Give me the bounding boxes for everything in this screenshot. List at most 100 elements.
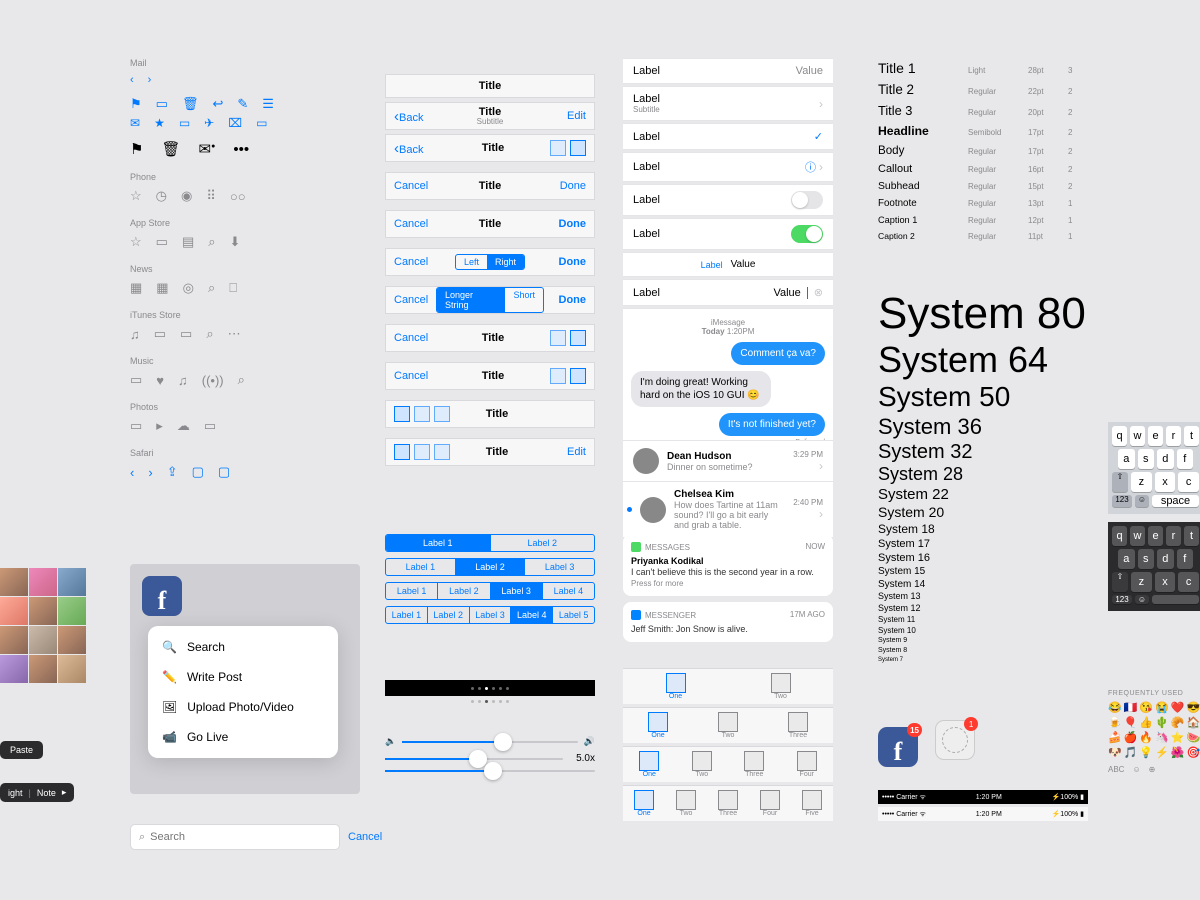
mail-unread-icon[interactable]: ✉● bbox=[199, 140, 216, 158]
albums-icon[interactable]: ▭ bbox=[204, 418, 216, 434]
fb-search[interactable]: 🔍Search bbox=[148, 632, 338, 662]
cell-label-info[interactable]: Labelⓘ › bbox=[623, 152, 833, 182]
keyboard-light[interactable]: qwert asdf ⇧zxc 123☺space bbox=[1108, 422, 1200, 514]
thread-row[interactable]: Chelsea KimHow does Tartine at 11am soun… bbox=[623, 482, 833, 538]
message-sent[interactable]: Comment ça va? bbox=[731, 342, 825, 365]
info-icon[interactable]: ⓘ bbox=[805, 162, 816, 174]
send-icon[interactable]: ✈ bbox=[204, 116, 214, 130]
space-key[interactable]: space bbox=[1152, 495, 1199, 507]
emoji[interactable]: 🎯 bbox=[1187, 746, 1200, 759]
key-w[interactable]: w bbox=[1130, 526, 1145, 546]
flag-icon[interactable]: ⚑ bbox=[130, 96, 142, 112]
search-icon[interactable]: ⌕ bbox=[206, 326, 213, 342]
featured-star-icon[interactable]: ☆ bbox=[130, 234, 142, 250]
segmented-control[interactable]: Label 1Label 2Label 3Label 4 bbox=[385, 582, 595, 600]
emoji[interactable]: ⭐ bbox=[1171, 731, 1185, 744]
tab-item[interactable]: One bbox=[634, 790, 654, 817]
search-cancel[interactable]: Cancel bbox=[348, 831, 382, 843]
note-menu[interactable]: ight|Note▸ bbox=[0, 783, 74, 802]
archive-icon[interactable]: ⌧ bbox=[228, 116, 242, 130]
search-bar[interactable]: ⌕ bbox=[130, 824, 340, 850]
news-foryou-icon[interactable]: ▦ bbox=[130, 280, 142, 296]
key-c[interactable]: c bbox=[1178, 472, 1199, 492]
paste-menu[interactable]: Paste bbox=[0, 741, 43, 759]
emoji[interactable]: 🦄 bbox=[1155, 731, 1169, 744]
emoji[interactable]: 🍎 bbox=[1124, 731, 1138, 744]
emoji-grid[interactable]: 😂🇫🇷😘😭❤️😎😳😍🍺🎈👍🌵🥐🏠☀️🌈🍰🍎🔥🦄⭐🍉🎁🍕🐶🎵💡⚡🌺🎯🦋😇 bbox=[1108, 701, 1200, 759]
key-r[interactable]: r bbox=[1166, 426, 1181, 446]
emoji[interactable]: 🥐 bbox=[1171, 716, 1185, 729]
emoji[interactable]: 🍉 bbox=[1187, 731, 1200, 744]
radio-icon[interactable]: ((•)) bbox=[202, 373, 224, 388]
bookmarks-icon[interactable]: ▢ bbox=[192, 464, 204, 480]
tab-item[interactable]: Two bbox=[771, 673, 791, 700]
nav-back[interactable]: Cancel bbox=[394, 332, 436, 344]
photos-tab-icon[interactable]: ▭ bbox=[130, 418, 142, 434]
music-note-icon[interactable]: ♫ bbox=[178, 373, 188, 388]
news-saved-icon[interactable]: ⎕ bbox=[229, 280, 237, 296]
cell-switch-on[interactable]: Label bbox=[623, 218, 833, 250]
emoji[interactable]: 💡 bbox=[1139, 746, 1153, 759]
library-icon[interactable]: ▭ bbox=[130, 372, 142, 388]
nav-back[interactable]: ‹Back bbox=[394, 140, 436, 157]
key-z[interactable]: z bbox=[1131, 572, 1152, 592]
back-chevron-icon[interactable]: ‹ bbox=[130, 465, 134, 480]
tab-item[interactable]: Five bbox=[802, 790, 822, 817]
search-icon[interactable]: ⌕ bbox=[208, 234, 215, 250]
keypad-icon[interactable]: ⠿ bbox=[206, 188, 216, 204]
nav-back[interactable]: ‹Back bbox=[394, 108, 436, 125]
cell-label-value[interactable]: LabelValue bbox=[623, 58, 833, 84]
emoji[interactable]: ❤️ bbox=[1171, 701, 1185, 714]
emoji[interactable]: ⚡ bbox=[1155, 746, 1169, 759]
favorites-star-icon[interactable]: ☆ bbox=[130, 188, 142, 204]
nav-action[interactable]: Edit bbox=[544, 110, 586, 122]
target-icon-badge[interactable]: 1 bbox=[935, 720, 975, 760]
shift-key[interactable]: ⇧ bbox=[1112, 572, 1128, 592]
filter-icon[interactable]: ☰ bbox=[262, 96, 274, 112]
folder-icon[interactable]: ▭ bbox=[156, 96, 168, 112]
emoji[interactable]: 🇫🇷 bbox=[1124, 701, 1138, 714]
recents-clock-icon[interactable]: ◷ bbox=[156, 188, 167, 204]
tab-item[interactable]: One bbox=[639, 751, 659, 778]
contacts-icon[interactable]: ◉ bbox=[181, 188, 192, 204]
switch-on[interactable] bbox=[791, 225, 823, 243]
emoji[interactable]: 😭 bbox=[1155, 701, 1169, 714]
updates-download-icon[interactable]: ⬇ bbox=[230, 234, 241, 250]
fb-write-post[interactable]: ✏️Write Post bbox=[148, 662, 338, 692]
key-z[interactable]: z bbox=[1131, 472, 1152, 492]
voicemail-icon[interactable]: ○○ bbox=[230, 189, 246, 204]
tab-item[interactable]: Two bbox=[676, 790, 696, 817]
message-sent[interactable]: It's not finished yet? bbox=[719, 413, 825, 436]
message-received[interactable]: I'm doing great! Working hard on the iOS… bbox=[631, 371, 771, 407]
notification[interactable]: MESSENGER17m agoJeff Smith: Jon Snow is … bbox=[623, 602, 833, 642]
search-icon[interactable]: ⌕ bbox=[208, 280, 215, 296]
emoji[interactable]: 🎈 bbox=[1124, 716, 1138, 729]
key-q[interactable]: q bbox=[1112, 526, 1127, 546]
share-icon[interactable]: ⇪ bbox=[167, 464, 178, 480]
emoji[interactable]: 🍰 bbox=[1108, 731, 1122, 744]
movies-icon[interactable]: ▭ bbox=[154, 326, 166, 342]
tabs-icon[interactable]: ▢ bbox=[218, 464, 230, 480]
tab-item[interactable]: Three bbox=[788, 712, 808, 739]
key-s[interactable]: s bbox=[1138, 549, 1155, 569]
emoji[interactable]: 🌺 bbox=[1171, 746, 1185, 759]
forward-chevron-icon[interactable]: › bbox=[148, 465, 152, 480]
tab-item[interactable]: Four bbox=[760, 790, 780, 817]
emoji-key[interactable]: ☺ bbox=[1135, 595, 1149, 604]
nav-segment[interactable]: Longer StringShort bbox=[436, 287, 544, 313]
news-explore-icon[interactable]: ◎ bbox=[183, 280, 194, 296]
categories-icon[interactable]: ▭ bbox=[156, 234, 168, 250]
nav-back[interactable]: Cancel bbox=[394, 180, 436, 192]
tab-item[interactable]: One bbox=[648, 712, 668, 739]
emoji-key[interactable]: ☺ bbox=[1135, 495, 1149, 507]
key-a[interactable]: a bbox=[1118, 549, 1135, 569]
notification[interactable]: MESSAGESnowPriyanka KodikalI can't belie… bbox=[623, 534, 833, 596]
emoji[interactable]: 👍 bbox=[1139, 716, 1153, 729]
document-icon[interactable]: ▭ bbox=[179, 116, 190, 130]
emoji[interactable]: 🎵 bbox=[1124, 746, 1138, 759]
cell-switch-off[interactable]: Label bbox=[623, 184, 833, 216]
forward-chevron-icon[interactable]: › bbox=[148, 74, 152, 86]
tab-item[interactable]: Three bbox=[744, 751, 764, 778]
emoji[interactable]: 🏠 bbox=[1187, 716, 1200, 729]
key-q[interactable]: q bbox=[1112, 426, 1127, 446]
